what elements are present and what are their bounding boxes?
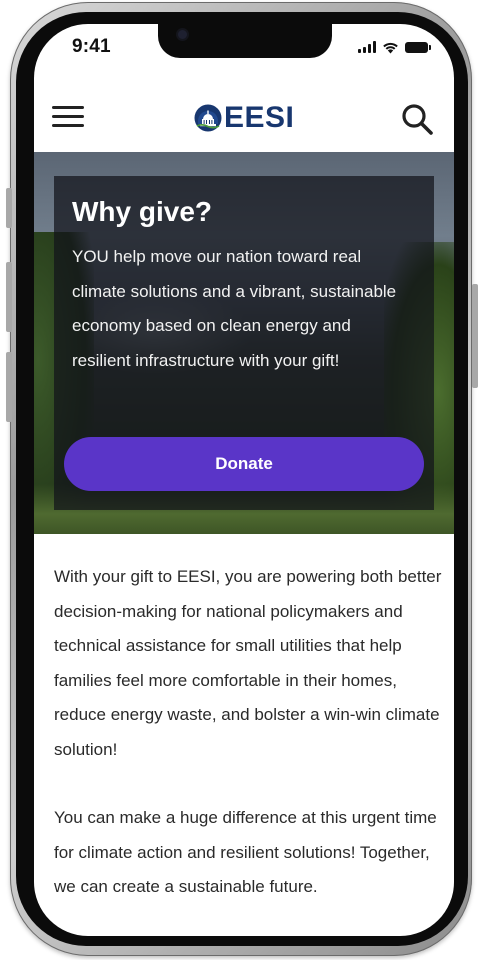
hero-banner: Why give? YOU help move our nation towar… [34, 152, 454, 534]
site-header: EESI [34, 88, 454, 152]
cellular-signal-icon [358, 41, 376, 53]
donate-button[interactable]: Donate [64, 437, 424, 491]
phone-screen: 9:41 EESI Why give? YOU help move our na… [34, 24, 454, 936]
hero-body-text: YOU help move our nation toward real cli… [72, 247, 397, 370]
power-button [472, 284, 478, 388]
volume-down-button [6, 352, 12, 422]
why-give-card: Why give? YOU help move our nation towar… [54, 176, 434, 510]
status-icons [358, 39, 431, 55]
wifi-icon [383, 42, 398, 53]
battery-icon [405, 41, 431, 53]
hamburger-menu-icon[interactable] [52, 106, 84, 128]
content-paragraph-1: With your gift to EESI, you are powering… [54, 567, 442, 759]
hero-title: Why give? [72, 196, 213, 227]
content-paragraph-2: You can make a huge difference at this u… [54, 808, 437, 896]
silent-switch [6, 188, 12, 228]
search-icon[interactable] [400, 102, 434, 136]
main-content: With your gift to EESI, you are powering… [54, 560, 442, 905]
status-bar: 9:41 [34, 24, 454, 68]
status-time: 9:41 [72, 36, 111, 57]
device-mockup: 9:41 EESI Why give? YOU help move our na… [0, 0, 484, 960]
front-camera [178, 30, 187, 39]
notch [158, 24, 332, 58]
eesi-logo[interactable]: EESI [194, 102, 294, 134]
volume-up-button [6, 262, 12, 332]
logo-text: EESI [224, 101, 295, 134]
capitol-dome-icon [194, 104, 222, 132]
